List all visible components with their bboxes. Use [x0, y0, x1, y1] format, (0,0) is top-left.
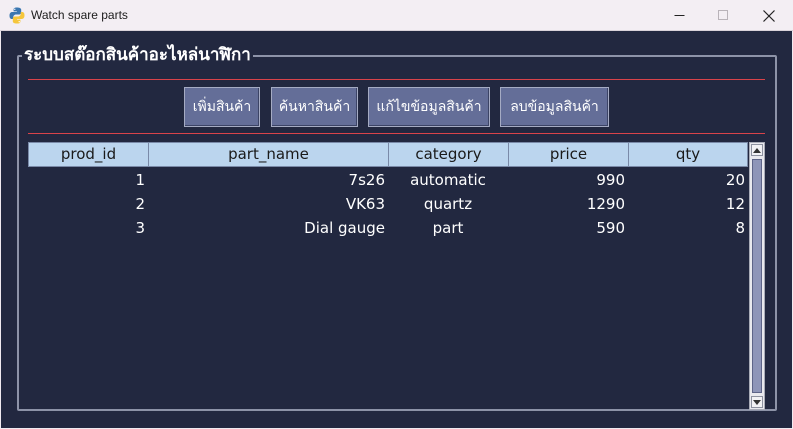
cell-price: 590: [596, 219, 625, 237]
cell-prod-id: 1: [135, 171, 145, 189]
top-separator: [28, 79, 765, 80]
title-bar: Watch spare parts: [0, 0, 793, 31]
add-product-button[interactable]: เพิ่มสินค้า: [184, 87, 260, 127]
cell-category: quartz: [423, 195, 473, 213]
column-header-part-name[interactable]: part_name: [148, 142, 389, 167]
close-button[interactable]: [746, 0, 792, 31]
table-row[interactable]: 1 7s26 automatic 990 20: [28, 168, 748, 192]
cell-prod-id: 3: [135, 219, 145, 237]
table-row[interactable]: 2 VK63 quartz 1290 12: [28, 192, 748, 216]
minimize-button[interactable]: [656, 0, 702, 31]
maximize-icon: [717, 10, 728, 20]
delete-product-button[interactable]: ลบข้อมูลสินค้า: [500, 87, 609, 127]
cell-category: automatic: [410, 171, 486, 189]
minimize-icon: [674, 15, 684, 16]
column-header-price[interactable]: price: [508, 142, 629, 167]
cell-qty: 12: [725, 195, 745, 213]
arrow-down-icon: [753, 399, 761, 405]
column-header-qty[interactable]: qty: [628, 142, 748, 167]
cell-prod-id: 2: [135, 195, 145, 213]
column-header-prod-id[interactable]: prod_id: [28, 142, 149, 167]
products-table[interactable]: prod_id part_name category price qty 1 7…: [28, 142, 748, 409]
group-title: ระบบสต๊อกสินค้าอะไหล่นาฬิกา: [22, 43, 253, 67]
scroll-down-button[interactable]: [751, 396, 763, 408]
search-product-button[interactable]: ค้นหาสินค้า: [271, 87, 358, 127]
cell-category: part: [432, 219, 464, 237]
vertical-scrollbar[interactable]: [749, 142, 765, 410]
cell-qty: 8: [735, 219, 745, 237]
bottom-separator: [28, 133, 765, 134]
table-row[interactable]: 3 Dial gauge part 590 8: [28, 216, 748, 240]
window-title: Watch spare parts: [31, 8, 128, 22]
maximize-button[interactable]: [700, 0, 746, 31]
scroll-up-button[interactable]: [751, 144, 763, 156]
cell-part-name: VK63: [345, 195, 385, 213]
cell-qty: 20: [725, 171, 745, 189]
python-app-icon: [9, 7, 25, 24]
scrollbar-thumb[interactable]: [752, 159, 762, 393]
edit-product-button[interactable]: แก้ไขข้อมูลสินค้า: [368, 87, 490, 127]
cell-part-name: Dial gauge: [304, 219, 385, 237]
cell-price: 990: [596, 171, 625, 189]
cell-price: 1290: [586, 195, 625, 213]
column-header-category[interactable]: category: [388, 142, 509, 167]
close-icon: [763, 9, 775, 22]
cell-part-name: 7s26: [348, 171, 385, 189]
arrow-up-icon: [753, 147, 761, 153]
table-header: prod_id part_name category price qty: [28, 142, 748, 167]
